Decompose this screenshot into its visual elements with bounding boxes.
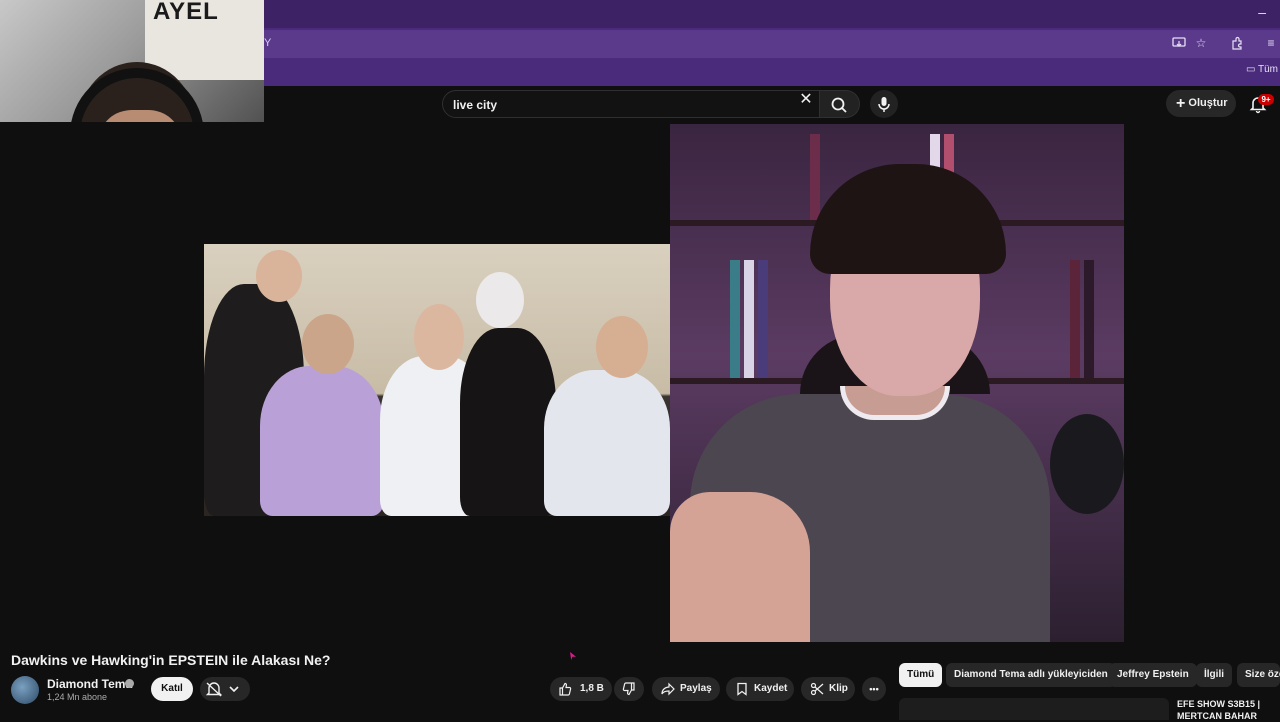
streamer-hand: [670, 492, 810, 642]
thumbs-up-icon: [559, 682, 572, 696]
chip-all[interactable]: Tümü: [899, 663, 943, 687]
clip-label: Klip: [829, 683, 848, 694]
book: [730, 260, 740, 378]
more-actions-button[interactable]: •••: [862, 677, 886, 701]
clear-search-icon[interactable]: ✕: [796, 90, 816, 110]
save-label: Kaydet: [754, 683, 788, 694]
all-bookmarks-link[interactable]: ▭ Tüm: [1246, 64, 1278, 75]
person-head: [256, 250, 302, 302]
clip-button[interactable]: Klip: [801, 677, 855, 701]
bookmark-icon: [737, 682, 747, 696]
video-info: Dawkins ve Hawking'in EPSTEIN ile Alakas…: [0, 642, 1280, 722]
video-player[interactable]: [0, 122, 1280, 642]
recommended-title-line: EFE SHOW S3B15 |: [1177, 699, 1261, 709]
person-head: [414, 304, 464, 370]
folder-icon: ▭: [1245, 64, 1256, 75]
browser-tab-bar: [264, 0, 1280, 28]
book: [744, 260, 754, 378]
chip-jeffrey-epstein[interactable]: Jeffrey Epstein: [1109, 663, 1197, 687]
voice-search-button[interactable]: [870, 90, 898, 118]
share-icon: [661, 682, 675, 696]
microphone-icon: [878, 97, 890, 112]
person-purple-shirt: [260, 366, 384, 516]
subscriber-count: 1,24 Mn abone: [47, 692, 108, 702]
verified-icon: [125, 679, 134, 688]
chip-recommended[interactable]: Size öze: [1237, 663, 1280, 687]
person-light-shirt: [544, 370, 670, 516]
channel-avatar[interactable]: [11, 676, 39, 704]
bookmark-star-icon[interactable]: ☆: [1194, 36, 1208, 50]
person-black-jacket: [460, 328, 556, 516]
book: [758, 260, 768, 378]
search-icon: [831, 97, 847, 113]
recommended-title-line: MERTCAN BAHAR: [1177, 711, 1257, 721]
create-button[interactable]: + Oluştur: [1166, 90, 1236, 117]
install-icon[interactable]: [1172, 36, 1186, 50]
address-text: Y: [264, 37, 272, 49]
save-button[interactable]: Kaydet: [726, 677, 794, 701]
chip-related[interactable]: İlgili: [1196, 663, 1232, 687]
minimize-button[interactable]: –: [1258, 4, 1266, 20]
search-button[interactable]: [820, 90, 860, 118]
dislike-button[interactable]: [614, 677, 644, 701]
person-head: [302, 314, 354, 374]
like-button[interactable]: 1,8 B: [550, 677, 612, 701]
share-label: Paylaş: [680, 683, 712, 694]
person-head: [476, 272, 524, 328]
extensions-icon[interactable]: [1230, 36, 1244, 50]
like-count: 1,8 B: [580, 683, 604, 694]
microphone: [1050, 414, 1124, 514]
recommended-video-title[interactable]: EFE SHOW S3B15 | MERTCAN BAHAR: [1177, 698, 1260, 722]
share-button[interactable]: Paylaş: [652, 677, 720, 701]
bell-off-icon: [205, 682, 239, 697]
poster-lettering: AYEL: [153, 0, 219, 25]
bookmarks-bar: [264, 58, 1280, 84]
browser-chrome: – Y ☆ ≡ ▭ Tüm: [264, 0, 1280, 86]
group-photo: [204, 244, 670, 516]
recommended-video-thumbnail[interactable]: [899, 698, 1169, 720]
create-label: Oluştur: [1188, 97, 1228, 109]
book: [810, 134, 820, 220]
channel-name[interactable]: Diamond Tema: [47, 677, 132, 691]
all-bookmarks-label: Tüm: [1258, 64, 1278, 75]
book: [1070, 260, 1080, 378]
thumbs-down-icon: [622, 682, 635, 696]
search-box[interactable]: [442, 90, 820, 118]
scissors-icon: [810, 682, 824, 696]
menu-icon[interactable]: ≡: [1264, 36, 1278, 50]
notification-badge: 9+: [1258, 94, 1274, 105]
video-title: Dawkins ve Hawking'in EPSTEIN ile Alakas…: [11, 652, 331, 668]
subscription-bell-button[interactable]: [200, 677, 250, 701]
streamer-camera: [670, 124, 1124, 642]
search-input[interactable]: [453, 97, 773, 113]
youtube-header: ✕ + Oluştur 9+: [264, 86, 1280, 122]
plus-icon: +: [1176, 95, 1186, 112]
book: [1084, 260, 1094, 378]
streamer-hair: [810, 164, 1006, 274]
address-bar[interactable]: Y: [264, 30, 1280, 58]
person-head: [596, 316, 648, 378]
join-button[interactable]: Katıl: [151, 677, 193, 701]
chip-from-uploader[interactable]: Diamond Tema adlı yükleyiciden: [946, 663, 1116, 687]
